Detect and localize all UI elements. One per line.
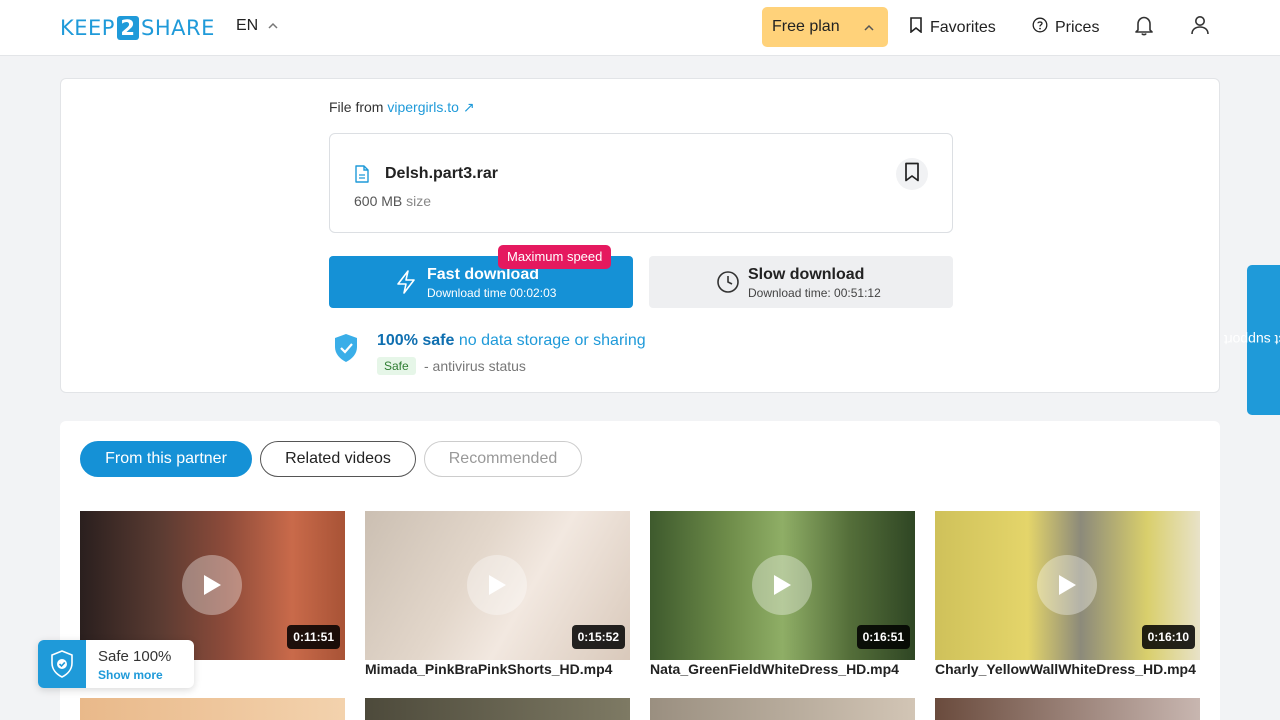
source-link[interactable]: vipergirls.to ↗ [387,99,474,115]
tab-recommended[interactable]: Recommended [424,441,582,477]
prices-label: Prices [1055,18,1100,36]
safe-status-tag: Safe [377,357,416,375]
play-icon[interactable] [752,555,812,615]
tab-related-videos[interactable]: Related videos [260,441,416,477]
file-source: File from vipergirls.to ↗ [329,99,475,116]
file-size-value: 600 MB [354,193,403,209]
safe-badge[interactable]: Safe 100% Show more [38,640,194,688]
file-from-label: File from [329,99,384,115]
safe-badge-title: Safe 100% [98,648,172,665]
help-circle-icon [1032,17,1048,38]
logo-keep: KEEP [60,16,115,40]
video-duration: 0:16:51 [856,625,910,649]
fast-download-time: Download time 00:02:03 [427,286,557,300]
lightning-icon [395,270,417,299]
video-card[interactable]: 0:15:52 Mimada_PinkBraPinkShorts_HD.mp4 [365,511,630,677]
bell-icon [1133,14,1155,41]
logo[interactable]: KEEP 2 SHARE [60,15,215,41]
safety-rest: no data storage or sharing [458,332,646,349]
contact-support-label: @ contact support [1224,292,1280,388]
show-more-link[interactable]: Show more [98,668,163,682]
bookmark-icon [909,17,923,38]
source-link-label: vipergirls.to [387,99,459,115]
logo-two: 2 [116,16,139,40]
file-size: 600 MB size [354,193,431,209]
free-plan-label: Free plan [772,18,840,35]
file-card: File from vipergirls.to ↗ Delsh.part3.ra… [60,78,1220,393]
account-button[interactable] [1187,14,1213,40]
antivirus-status: - antivirus status [424,358,526,374]
slow-download-title: Slow download [748,266,865,283]
file-info-box: Delsh.part3.rar 600 MB size [329,133,953,233]
top-header: KEEP 2 SHARE EN Free plan Favorites Pric… [0,0,1280,56]
shield-check-icon [38,640,86,688]
video-duration: 0:15:52 [571,625,625,649]
bookmark-icon [904,162,920,187]
logo-share: SHARE [140,16,215,40]
tab-from-this-partner[interactable]: From this partner [80,441,252,477]
chevron-up-icon [864,20,874,34]
language-label: EN [236,17,259,34]
user-icon [1189,14,1211,41]
play-icon[interactable] [1037,555,1097,615]
file-size-label: size [406,193,432,209]
safety-bold: 100% safe [377,332,455,349]
video-duration: 0:11:51 [287,625,340,649]
slow-download-button[interactable]: Slow download Download time: 00:51:12 [649,256,953,308]
related-section: From this partner Related videos Recomme… [60,421,1220,720]
contact-support-text: contact support [1223,332,1280,348]
slow-download-time: Download time: 00:51:12 [748,286,881,300]
video-thumbnail[interactable]: 0:16:51 [650,511,915,660]
contact-support-tab[interactable]: @ contact support [1224,265,1280,415]
video-title[interactable]: Charly_YellowWallWhiteDress_HD.mp4 [935,661,1200,677]
prices-link[interactable]: Prices [1032,17,1099,38]
language-selector[interactable]: EN [236,17,278,35]
file-name: Delsh.part3.rar [385,165,498,182]
video-thumbnail[interactable] [80,698,345,720]
video-thumbnail[interactable] [935,698,1200,720]
safety-headline: 100% safe no data storage or sharing [377,332,646,350]
free-plan-button[interactable]: Free plan [762,7,888,47]
video-thumbnail[interactable] [365,698,630,720]
video-title[interactable]: Mimada_PinkBraPinkShorts_HD.mp4 [365,661,630,677]
video-thumbnail[interactable]: 0:15:52 [365,511,630,660]
clock-icon [716,270,740,299]
favorites-link[interactable]: Favorites [909,17,996,38]
shield-check-icon [333,333,359,368]
video-card[interactable]: 0:16:51 Nata_GreenFieldWhiteDress_HD.mp4 [650,511,915,677]
video-title[interactable]: Nata_GreenFieldWhiteDress_HD.mp4 [650,661,915,677]
notifications-button[interactable] [1131,14,1157,40]
chevron-up-icon [268,20,278,32]
maximum-speed-badge: Maximum speed [498,245,612,269]
video-card[interactable]: 0:16:10 Charly_YellowWallWhiteDress_HD.m… [935,511,1200,677]
video-thumbnail[interactable] [650,698,915,720]
favorites-label: Favorites [930,18,996,36]
play-icon[interactable] [182,555,242,615]
file-icon [354,165,370,188]
video-thumbnail[interactable]: 0:11:51 [80,511,345,660]
video-thumbnail[interactable]: 0:16:10 [935,511,1200,660]
add-to-favorites-button[interactable] [896,158,928,190]
play-icon[interactable] [467,555,527,615]
video-duration: 0:16:10 [1141,625,1195,649]
external-link-icon: ↗ [462,99,475,115]
